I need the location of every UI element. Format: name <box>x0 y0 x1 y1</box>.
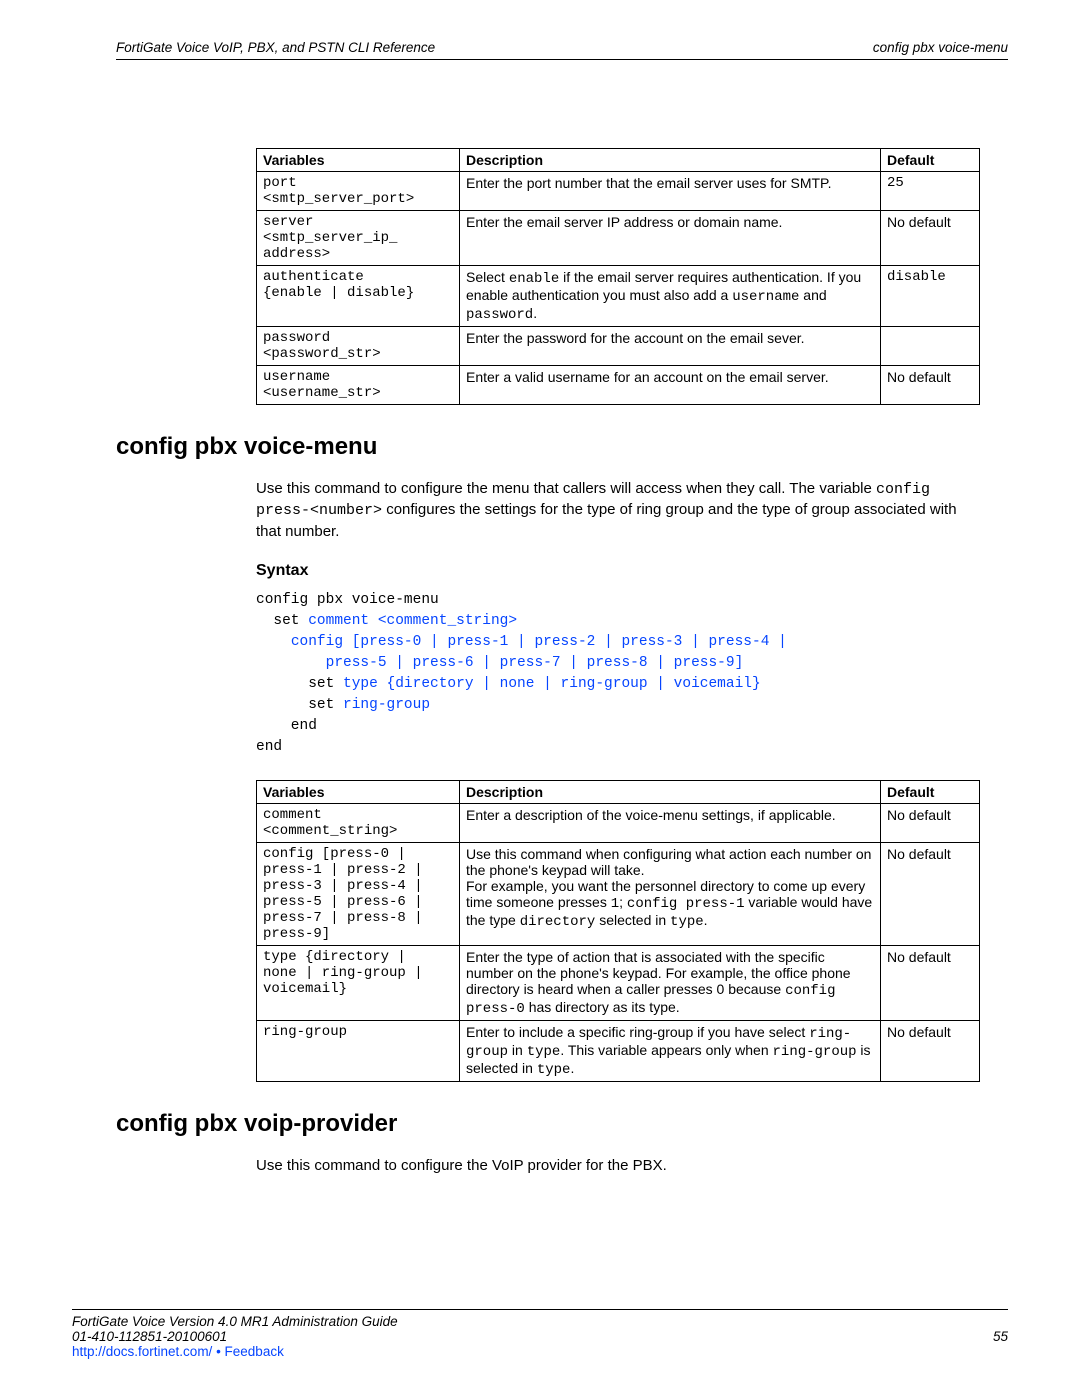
description-cell: Enter to include a specific ring-group i… <box>460 1020 881 1081</box>
description-cell: Use this command when configuring what a… <box>460 842 881 945</box>
header-right: config pbx voice-menu <box>873 40 1008 55</box>
variable-cell: port<smtp_server_port> <box>257 172 460 211</box>
table-header-variables: Variables <box>257 149 460 172</box>
table-row: config [press-0 |press-1 | press-2 |pres… <box>257 842 980 945</box>
variable-cell: password<password_str> <box>257 327 460 366</box>
section-heading-voice-menu: config pbx voice-menu <box>116 433 1008 461</box>
variables-table-voice-menu: Variables Description Default comment<co… <box>256 780 980 1082</box>
variable-cell: config [press-0 |press-1 | press-2 |pres… <box>257 842 460 945</box>
default-cell: disable <box>881 266 980 327</box>
default-cell: No default <box>881 842 980 945</box>
default-cell: No default <box>881 211 980 266</box>
page-footer: FortiGate Voice Version 4.0 MR1 Administ… <box>72 1309 1008 1359</box>
variable-cell: username<username_str> <box>257 366 460 405</box>
default-cell: 25 <box>881 172 980 211</box>
table-row: authenticate{enable | disable}Select ena… <box>257 266 980 327</box>
variable-cell: server<smtp_server_ip_address> <box>257 211 460 266</box>
table-row: port<smtp_server_port>Enter the port num… <box>257 172 980 211</box>
default-cell: No default <box>881 366 980 405</box>
variable-cell: type {directory |none | ring-group |voic… <box>257 945 460 1020</box>
description-cell: Enter the email server IP address or dom… <box>460 211 881 266</box>
syntax-heading: Syntax <box>256 562 1008 580</box>
section-heading-voip-provider: config pbx voip-provider <box>116 1110 1008 1138</box>
syntax-code-block: config pbx voice-menu set comment <comme… <box>256 590 1008 758</box>
description-cell: Enter the type of action that is associa… <box>460 945 881 1020</box>
table-row: type {directory |none | ring-group |voic… <box>257 945 980 1020</box>
description-cell: Enter a valid username for an account on… <box>460 366 881 405</box>
description-cell: Select enable if the email server requir… <box>460 266 881 327</box>
variables-table-email: Variables Description Default port<smtp_… <box>256 148 980 405</box>
table-row: server<smtp_server_ip_address>Enter the … <box>257 211 980 266</box>
table-header-default: Default <box>881 780 980 803</box>
table-header-variables: Variables <box>257 780 460 803</box>
header-left: FortiGate Voice VoIP, PBX, and PSTN CLI … <box>116 40 435 55</box>
description-cell: Enter the password for the account on th… <box>460 327 881 366</box>
table-header-default: Default <box>881 149 980 172</box>
page-header: FortiGate Voice VoIP, PBX, and PSTN CLI … <box>116 40 1008 60</box>
default-cell: No default <box>881 945 980 1020</box>
variable-cell: authenticate{enable | disable} <box>257 266 460 327</box>
footer-docid: 01-410-112851-20100601 <box>72 1329 227 1344</box>
table-row: password<password_str>Enter the password… <box>257 327 980 366</box>
variable-cell: comment<comment_string> <box>257 803 460 842</box>
default-cell: No default <box>881 1020 980 1081</box>
table-row: ring-groupEnter to include a specific ri… <box>257 1020 980 1081</box>
variable-cell: ring-group <box>257 1020 460 1081</box>
footer-page-number: 55 <box>993 1329 1008 1344</box>
description-cell: Enter the port number that the email ser… <box>460 172 881 211</box>
footer-title: FortiGate Voice Version 4.0 MR1 Administ… <box>72 1314 1008 1329</box>
section-intro: Use this command to configure the menu t… <box>256 479 976 542</box>
table-row: username<username_str>Enter a valid user… <box>257 366 980 405</box>
table-header-description: Description <box>460 780 881 803</box>
table-header-description: Description <box>460 149 881 172</box>
table-row: comment<comment_string>Enter a descripti… <box>257 803 980 842</box>
section-intro: Use this command to configure the VoIP p… <box>256 1156 976 1176</box>
default-cell: No default <box>881 803 980 842</box>
footer-link[interactable]: http://docs.fortinet.com/ • Feedback <box>72 1344 1008 1359</box>
default-cell <box>881 327 980 366</box>
description-cell: Enter a description of the voice-menu se… <box>460 803 881 842</box>
